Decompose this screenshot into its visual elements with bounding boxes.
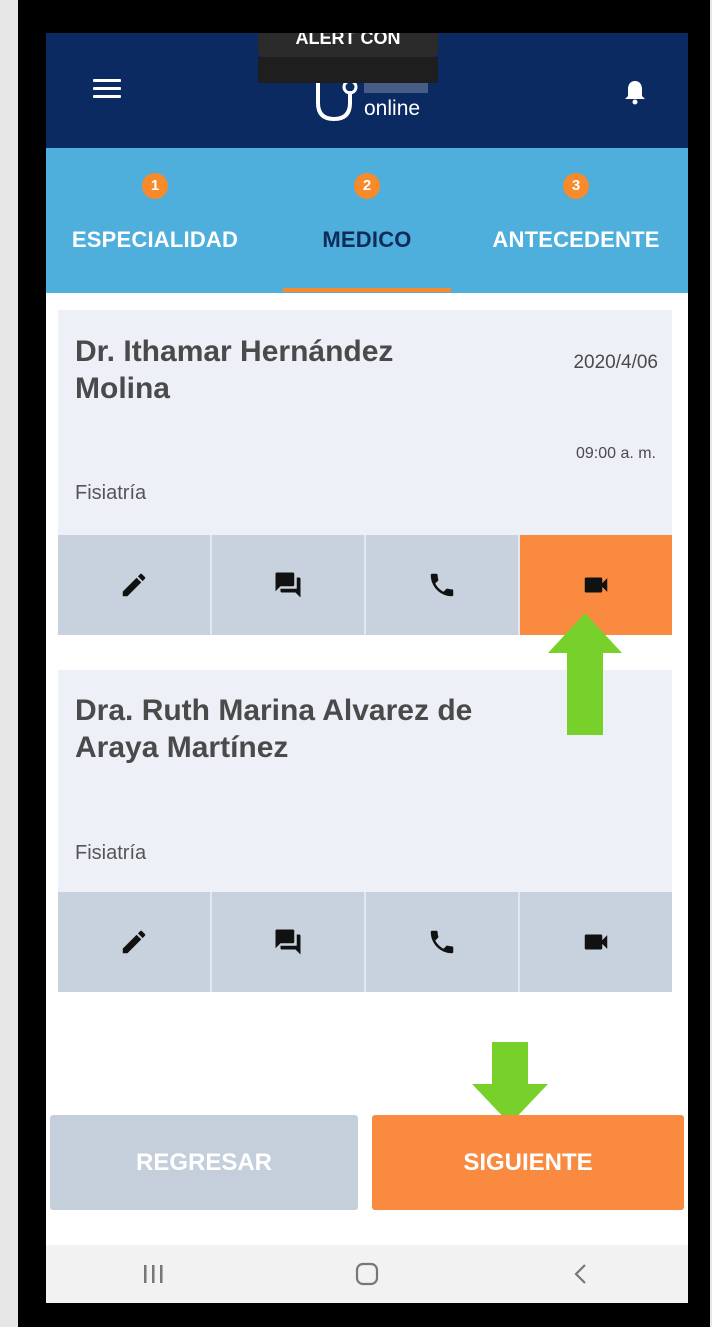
next-button[interactable]: SIGUIENTE: [372, 1115, 684, 1210]
toast-shadow: [258, 57, 438, 83]
system-navbar: [46, 1245, 688, 1303]
chat-icon: [275, 929, 301, 955]
arrow-down-icon: [472, 1042, 548, 1124]
doctor-name: Dra. Ruth Marina Alvarez de Araya Martín…: [75, 694, 473, 764]
video-icon: [584, 934, 608, 950]
edit-icon: [122, 573, 146, 597]
back-icon[interactable]: [561, 1254, 601, 1294]
steps-tabs: 1 ESPECIALIDAD 2 MEDICO 3 ANTECEDENTE: [46, 148, 688, 293]
doctor-specialty: Fisiatría: [75, 482, 147, 504]
phone-icon: [430, 930, 454, 954]
edit-icon: [122, 930, 146, 954]
arrow-up-icon: [548, 613, 622, 735]
edit-button[interactable]: [58, 535, 212, 635]
doctor-card[interactable]: Dr. Ithamar Hernández Molina 2020/4/06 0…: [58, 310, 672, 635]
edit-button[interactable]: [58, 892, 212, 992]
step-number: 2: [354, 173, 380, 199]
app-screen: online ALERT CON 1 ESPECIALIDAD 2 MEDICO…: [46, 33, 688, 1303]
appointment-date: 2020/4/06: [573, 352, 658, 373]
home-icon[interactable]: [347, 1254, 387, 1294]
video-icon: [584, 577, 608, 593]
bell-icon[interactable]: [624, 79, 646, 105]
consult-actions: [58, 892, 672, 992]
tab-antecedentes[interactable]: 3 ANTECEDENTE: [456, 173, 688, 253]
recent-apps-icon[interactable]: [133, 1254, 173, 1294]
doctor-name: Dr. Ithamar Hernández Molina: [75, 335, 394, 405]
back-button[interactable]: REGRESAR: [50, 1115, 358, 1210]
phone-button[interactable]: [366, 892, 520, 992]
step-number: 1: [142, 173, 168, 199]
appointment-time: 09:00 a. m.: [575, 445, 656, 462]
step-number: 3: [563, 173, 589, 199]
active-tab-indicator: [283, 288, 451, 292]
phone-icon: [430, 573, 454, 597]
logo-text: online: [364, 97, 421, 120]
step-label: ESPECIALIDAD: [71, 227, 239, 252]
toast-message: ALERT CON: [258, 33, 438, 57]
video-call-button[interactable]: [520, 892, 672, 992]
chat-icon: [275, 572, 301, 598]
phone-button[interactable]: [366, 535, 520, 635]
step-label: ANTECEDENTE: [492, 227, 660, 252]
chat-button[interactable]: [212, 535, 366, 635]
doctor-specialty: Fisiatría: [75, 842, 147, 864]
menu-icon[interactable]: [93, 79, 121, 99]
step-label: MEDICO: [322, 227, 412, 252]
chat-button[interactable]: [212, 892, 366, 992]
tab-medico[interactable]: 2 MEDICO: [283, 173, 451, 253]
tab-especialidad[interactable]: 1 ESPECIALIDAD: [46, 173, 264, 253]
